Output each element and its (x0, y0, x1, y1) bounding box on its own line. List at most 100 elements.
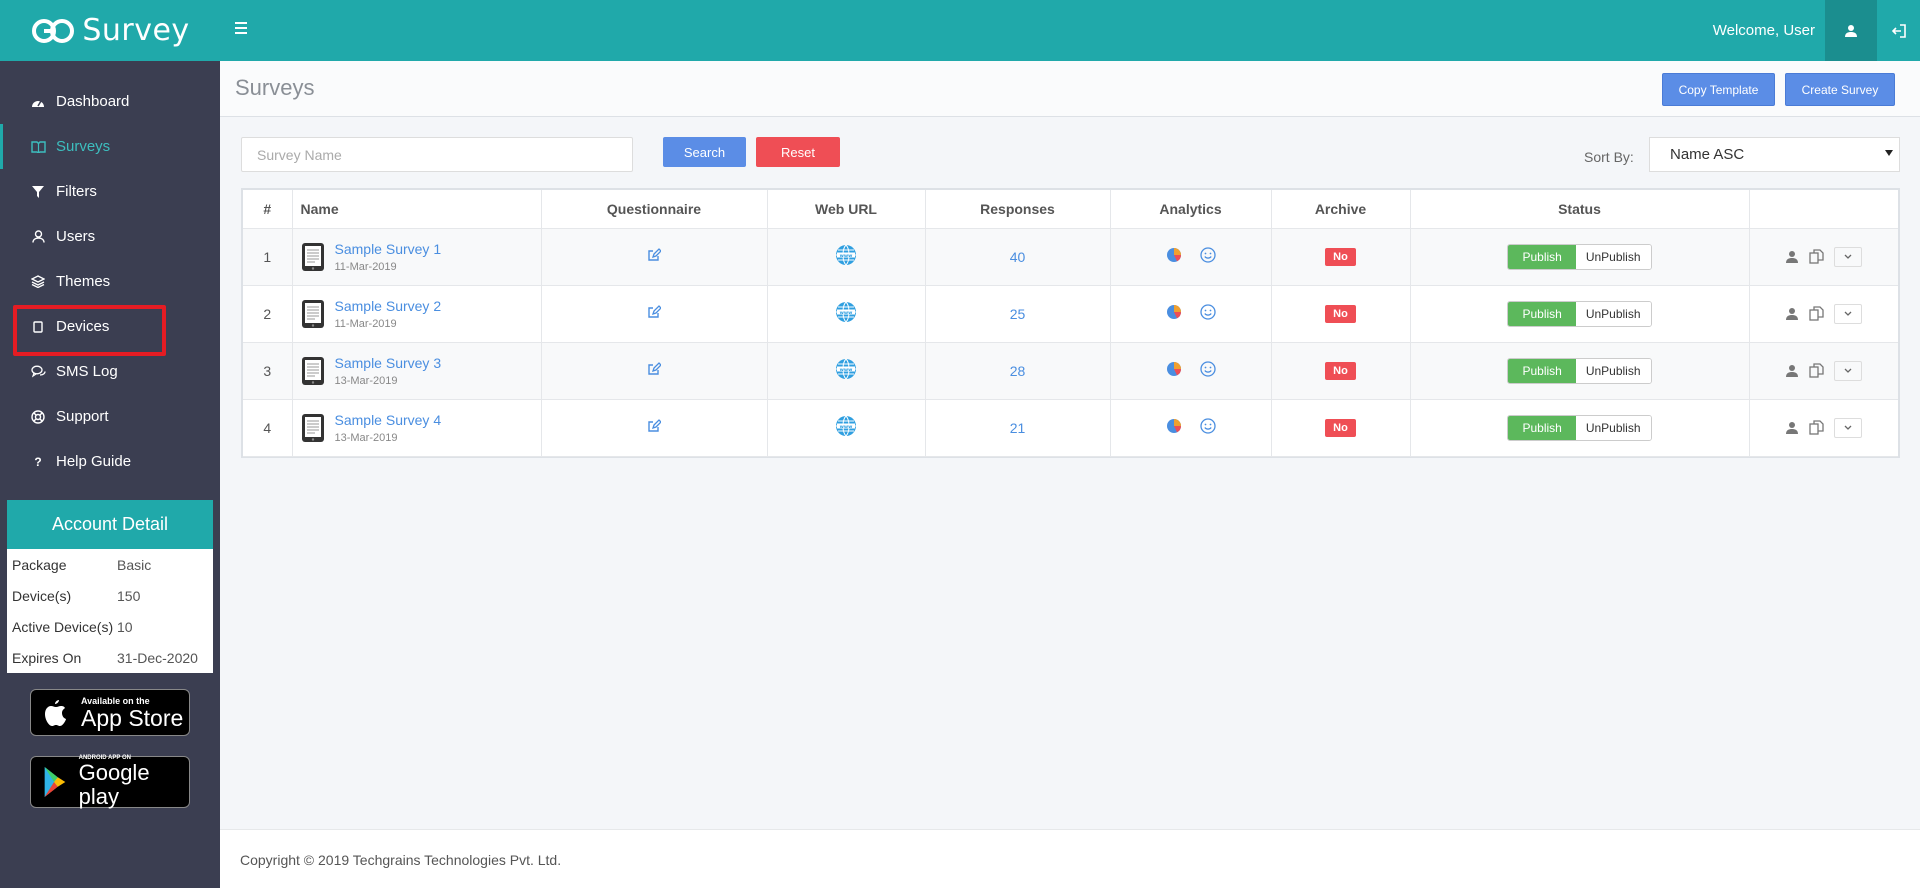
assign-user-icon[interactable] (1785, 250, 1799, 264)
archive-cell: No (1271, 399, 1411, 457)
welcome-text: Welcome, User (1712, 22, 1815, 39)
survey-name-link[interactable]: Sample Survey 2 (335, 298, 442, 314)
account-detail-panel: Account Detail Package Basic Device(s) 1… (7, 500, 213, 673)
assign-user-icon[interactable] (1785, 364, 1799, 378)
sidebar-item-label: Themes (56, 273, 111, 290)
responses-count-link[interactable]: 21 (1010, 420, 1026, 436)
lifebuoy-icon (30, 409, 46, 425)
survey-name-input[interactable] (241, 137, 633, 172)
survey-date: 11-Mar-2019 (334, 260, 397, 273)
more-actions-dropdown[interactable] (1834, 246, 1863, 267)
more-actions-dropdown[interactable] (1834, 360, 1863, 381)
chevron-down-icon (1844, 368, 1852, 373)
unpublish-button[interactable]: UnPublish (1575, 244, 1651, 269)
col-header-analytics: Analytics (1110, 190, 1272, 229)
sidebar-item-devices[interactable]: Devices (0, 304, 220, 349)
filter-icon (30, 184, 46, 200)
publish-button[interactable]: Publish (1508, 415, 1576, 440)
profile-button[interactable] (1825, 0, 1877, 61)
unpublish-button[interactable]: UnPublish (1575, 358, 1651, 383)
more-actions-dropdown[interactable] (1834, 417, 1863, 438)
google-play-badge[interactable]: ANDROID APP ON Google play (30, 755, 190, 809)
smiley-icon[interactable] (1199, 247, 1216, 263)
copyright-text: Copyright © 2019 Techgrains Technologies… (240, 852, 562, 868)
globe-www-icon[interactable]: www (835, 415, 857, 437)
survey-date: 13-Mar-2019 (334, 374, 398, 387)
globe-www-icon[interactable]: www (835, 358, 857, 380)
footer: Copyright © 2019 Techgrains Technologies… (220, 829, 1920, 888)
create-survey-button[interactable]: Create Survey (1785, 73, 1895, 106)
analytics-cell (1110, 285, 1272, 343)
sort-by-select[interactable]: Name ASC (1649, 137, 1900, 172)
survey-name-link[interactable]: Sample Survey 1 (335, 241, 442, 257)
copy-icon[interactable] (1809, 363, 1824, 378)
row-number: 3 (243, 342, 293, 400)
name-cell: Sample Survey 1 11-Mar-2019 (292, 228, 542, 286)
archive-cell: No (1271, 228, 1411, 286)
responses-count-link[interactable]: 40 (1010, 249, 1026, 265)
assign-user-icon[interactable] (1785, 307, 1799, 321)
globe-www-icon[interactable]: www (835, 244, 857, 266)
chevron-down-icon (1844, 254, 1852, 259)
menu-toggle-icon[interactable] (232, 16, 252, 40)
brand-logo[interactable]: Survey (0, 0, 220, 61)
unpublish-button[interactable]: UnPublish (1575, 301, 1651, 326)
publish-button[interactable]: Publish (1508, 358, 1576, 383)
sidebar-item-sms-log[interactable]: SMS Log (0, 349, 220, 394)
smiley-icon[interactable] (1199, 304, 1216, 320)
pie-chart-icon[interactable] (1166, 304, 1182, 320)
reset-button[interactable]: Reset (756, 137, 840, 167)
pie-chart-icon[interactable] (1166, 361, 1182, 377)
publish-button[interactable]: Publish (1508, 244, 1576, 269)
more-actions-dropdown[interactable] (1834, 303, 1863, 324)
row-number: 1 (243, 228, 293, 286)
publish-button[interactable]: Publish (1508, 301, 1576, 326)
sidebar-item-label: SMS Log (56, 363, 118, 380)
archive-status-badge[interactable]: No (1325, 419, 1356, 437)
survey-date: 11-Mar-2019 (334, 317, 397, 330)
app-store-badge[interactable]: Available on the App Store (30, 689, 190, 736)
sidebar-item-label: Users (56, 228, 96, 245)
archive-status-badge[interactable]: No (1325, 362, 1356, 380)
smiley-icon[interactable] (1199, 418, 1216, 434)
sidebar-item-surveys[interactable]: Surveys (0, 124, 220, 169)
tablet-device-icon (301, 242, 324, 271)
smiley-icon[interactable] (1199, 361, 1216, 377)
edit-icon[interactable] (647, 248, 661, 262)
responses-count-link[interactable]: 28 (1010, 363, 1026, 379)
responses-count-link[interactable]: 25 (1010, 306, 1026, 322)
unpublish-button[interactable]: UnPublish (1575, 415, 1651, 440)
edit-icon[interactable] (647, 305, 661, 319)
web-url-cell: www (767, 342, 926, 400)
account-row-package: Package Basic (12, 556, 152, 573)
sidebar-item-dashboard[interactable]: Dashboard (0, 79, 220, 124)
edit-icon[interactable] (647, 362, 661, 376)
app-store-big-text: App Store (81, 704, 184, 731)
globe-www-icon[interactable]: www (835, 301, 857, 323)
sidebar-item-filters[interactable]: Filters (0, 169, 220, 214)
tablet-device-icon (301, 299, 324, 328)
copy-template-button[interactable]: Copy Template (1662, 73, 1775, 106)
pie-chart-icon[interactable] (1166, 247, 1182, 263)
edit-icon[interactable] (647, 419, 661, 433)
sidebar-item-themes[interactable]: Themes (0, 259, 220, 304)
copy-icon[interactable] (1809, 420, 1824, 435)
sidebar-item-support[interactable]: Support (0, 394, 220, 439)
sidebar-item-users[interactable]: Users (0, 214, 220, 259)
copy-icon[interactable] (1809, 306, 1824, 321)
copy-icon[interactable] (1809, 249, 1824, 264)
col-header-name[interactable]: Name (292, 190, 542, 229)
pie-chart-icon[interactable] (1166, 418, 1182, 434)
publish-toggle-group: Publish UnPublish (1507, 300, 1652, 327)
questionnaire-cell (541, 399, 768, 457)
archive-status-badge[interactable]: No (1325, 305, 1356, 323)
logout-button[interactable] (1877, 0, 1920, 61)
search-button[interactable]: Search (663, 137, 746, 167)
assign-user-icon[interactable] (1785, 421, 1799, 435)
user-icon (30, 229, 46, 245)
sidebar-item-help-guide[interactable]: ? Help Guide (0, 439, 220, 484)
survey-name-link[interactable]: Sample Survey 3 (335, 355, 442, 371)
sidebar-item-label: Filters (56, 183, 97, 200)
survey-name-link[interactable]: Sample Survey 4 (335, 412, 442, 428)
archive-status-badge[interactable]: No (1325, 248, 1356, 266)
